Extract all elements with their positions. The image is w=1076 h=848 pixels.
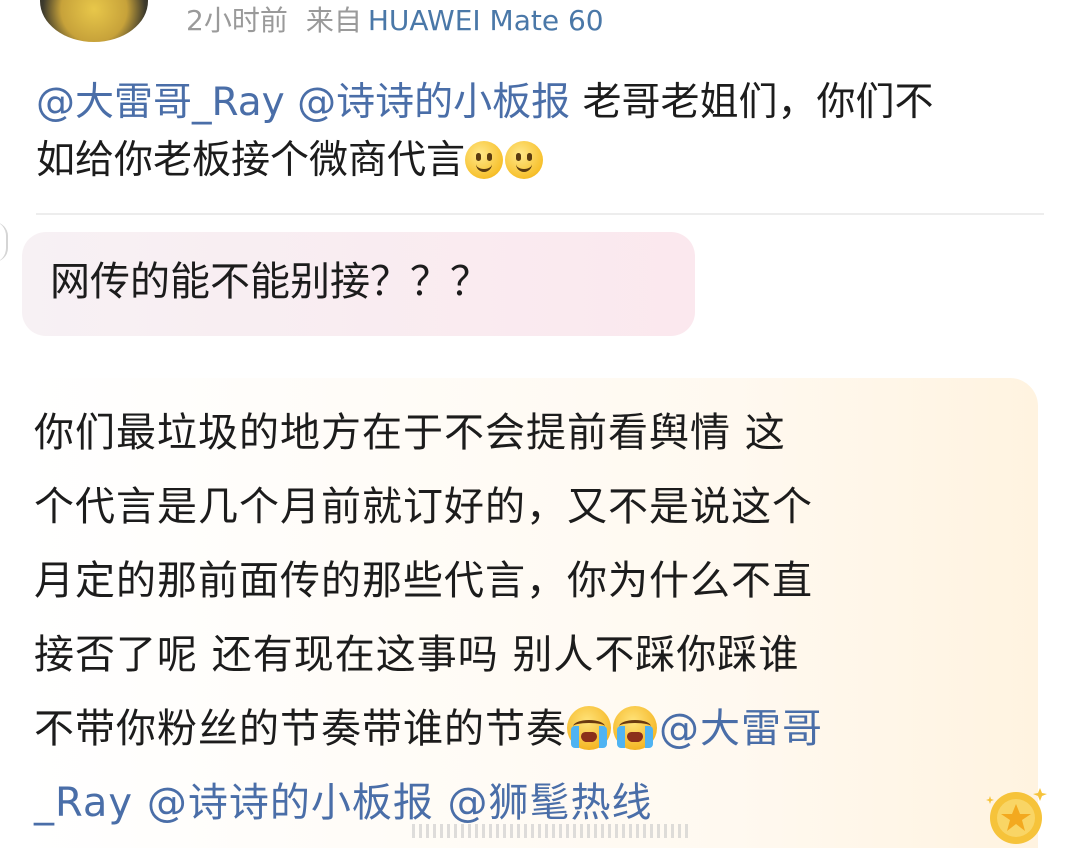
- divider: [36, 213, 1044, 215]
- quote-bubble: 网传的能不能别接？？？: [22, 232, 695, 336]
- reply-line-text: 不带你粉丝的节奏带谁的节奏: [34, 706, 567, 752]
- mention-link[interactable]: @大雷哥: [659, 706, 823, 752]
- mention-link[interactable]: @诗诗的小板报: [297, 80, 570, 125]
- post-time: 2小时前: [186, 4, 288, 37]
- reply-line: 你们最垃圾的地方在于不会提前看舆情 这: [34, 410, 786, 456]
- smile-emoji-icon: [505, 141, 544, 179]
- reply-text: 你们最垃圾的地方在于不会提前看舆情 这 个代言是几个月前就订好的，又不是说这个 …: [34, 396, 1024, 840]
- comment-text: @大雷哥_Ray @诗诗的小板报 老哥老姐们，你们不 如给你老板接个微商代言: [36, 74, 1036, 190]
- medal-icon: [986, 788, 1047, 844]
- reply-line: 接否了呢 还有现在这事吗 别人不踩你踩谁: [34, 632, 800, 678]
- avatar[interactable]: [40, 0, 148, 42]
- comment-text-part: 老哥老姐们，你们不: [570, 80, 934, 125]
- side-edge-marker: [0, 222, 8, 262]
- mention-link[interactable]: @诗诗的小板报: [147, 780, 434, 826]
- comment-text-part: 如给你老板接个微商代言: [36, 138, 466, 183]
- crying-emoji-icon: [567, 706, 611, 750]
- reply-line: 不带你粉丝的节奏带谁的节奏 @大雷哥: [34, 692, 1024, 766]
- mention-link[interactable]: _Ray: [34, 780, 133, 826]
- smile-emoji-icon: [465, 141, 504, 179]
- crying-emoji-icon: [613, 706, 657, 750]
- device-link[interactable]: HUAWEI Mate 60: [368, 4, 604, 37]
- reply-bubble: 你们最垃圾的地方在于不会提前看舆情 这 个代言是几个月前就订好的，又不是说这个 …: [22, 378, 1038, 848]
- source-prefix: 来自: [305, 4, 362, 37]
- post-meta: 2小时前 来自 HUAWEI Mate 60: [186, 2, 604, 40]
- mention-link[interactable]: @狮髦热线: [448, 780, 653, 826]
- reply-line: 月定的那前面传的那些代言，你为什么不直: [34, 558, 813, 604]
- quote-text: 网传的能不能别接？？？: [50, 259, 490, 305]
- reply-line: 个代言是几个月前就订好的，又不是说这个: [34, 484, 813, 530]
- mention-link[interactable]: @大雷哥_Ray: [36, 80, 285, 125]
- watermark-dots: [412, 824, 692, 838]
